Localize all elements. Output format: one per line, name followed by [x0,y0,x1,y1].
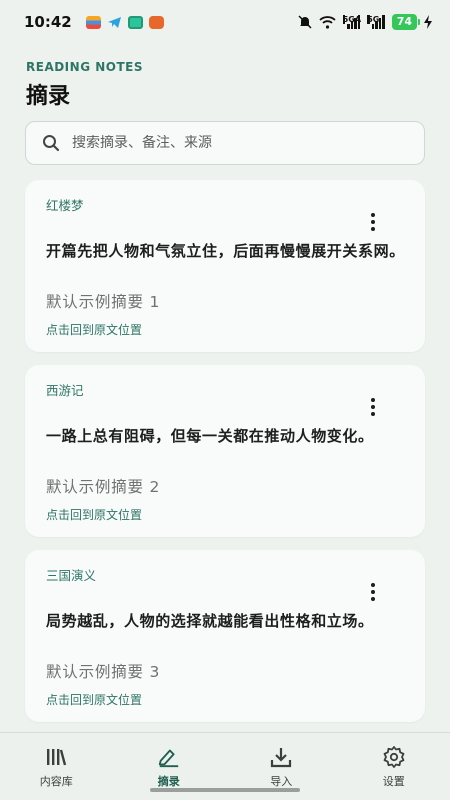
excerpt-source: 红楼梦 [46,198,84,213]
jump-to-source-link[interactable]: 点击回到原文位置 [46,506,142,523]
signal-5g-icon: 5G [367,15,385,29]
more-options-icon[interactable] [363,397,383,417]
nav-item-settings[interactable]: 设置 [338,733,450,800]
search-icon [42,134,60,152]
excerpt-source: 三国演义 [46,568,97,583]
excerpt-quote: 开篇先把人物和气氛立住，后面再慢慢展开关系网。 [46,242,405,260]
home-indicator[interactable] [150,788,300,792]
more-options-icon[interactable] [363,212,383,232]
status-time: 10:42 [24,13,72,31]
excerpt-quote: 一路上总有阻碍，但每一关都在推动人物变化。 [46,427,374,445]
nav-label-library: 内容库 [39,775,73,788]
excerpt-card-1[interactable]: 红楼梦 开篇先把人物和气氛立住，后面再慢慢展开关系网。 默认示例摘要 1 点击回… [25,180,425,352]
jump-to-source-link[interactable]: 点击回到原文位置 [46,321,142,338]
notification-icons [85,15,164,29]
excerpt-note: 默认示例摘要 1 [46,293,161,311]
excerpt-note: 默认示例摘要 3 [46,663,161,681]
excerpt-card-3[interactable]: 三国演义 局势越乱，人物的选择就越能看出性格和立场。 默认示例摘要 3 点击回到… [25,550,425,722]
signal-2-label: 5G [367,15,380,24]
excerpt-card-2[interactable]: 西游记 一路上总有阻碍，但每一关都在推动人物变化。 默认示例摘要 2 点击回到原… [25,365,425,537]
signal-1-label: 5GA [342,15,362,24]
gear-icon [382,745,406,769]
search-bar[interactable] [25,121,425,165]
wifi-icon [319,15,336,29]
download-icon [269,745,293,769]
robot-app-icon [127,15,143,29]
excerpt-quote: 局势越乱，人物的选择就越能看出性格和立场。 [46,612,374,630]
status-right: 5GA 5G 74 [298,14,432,30]
nav-item-library[interactable]: 内容库 [0,733,113,800]
excerpt-note: 默认示例摘要 2 [46,478,161,496]
status-bar: 10:42 5GA 5G 74 [0,0,450,44]
signal-5ga-icon: 5GA [342,15,362,29]
library-icon [44,745,68,769]
more-options-icon[interactable] [363,582,383,602]
mute-icon [298,15,312,29]
nav-label-import: 导入 [270,775,293,788]
stack-app-icon [85,15,101,29]
nav-label-excerpts: 摘录 [157,775,180,788]
page-overline: READING NOTES [26,60,143,74]
search-input[interactable] [72,135,392,151]
page-header: READING NOTES 摘录 [26,60,143,110]
telegram-icon [107,16,122,29]
page-title: 摘录 [26,84,71,109]
excerpt-source: 西游记 [46,383,84,398]
charging-icon [424,15,432,29]
jump-to-source-link[interactable]: 点击回到原文位置 [46,691,142,708]
cat-app-icon [148,15,164,29]
battery-indicator: 74 [391,14,421,30]
nav-label-settings: 设置 [382,775,405,788]
highlight-pen-icon [157,745,181,769]
